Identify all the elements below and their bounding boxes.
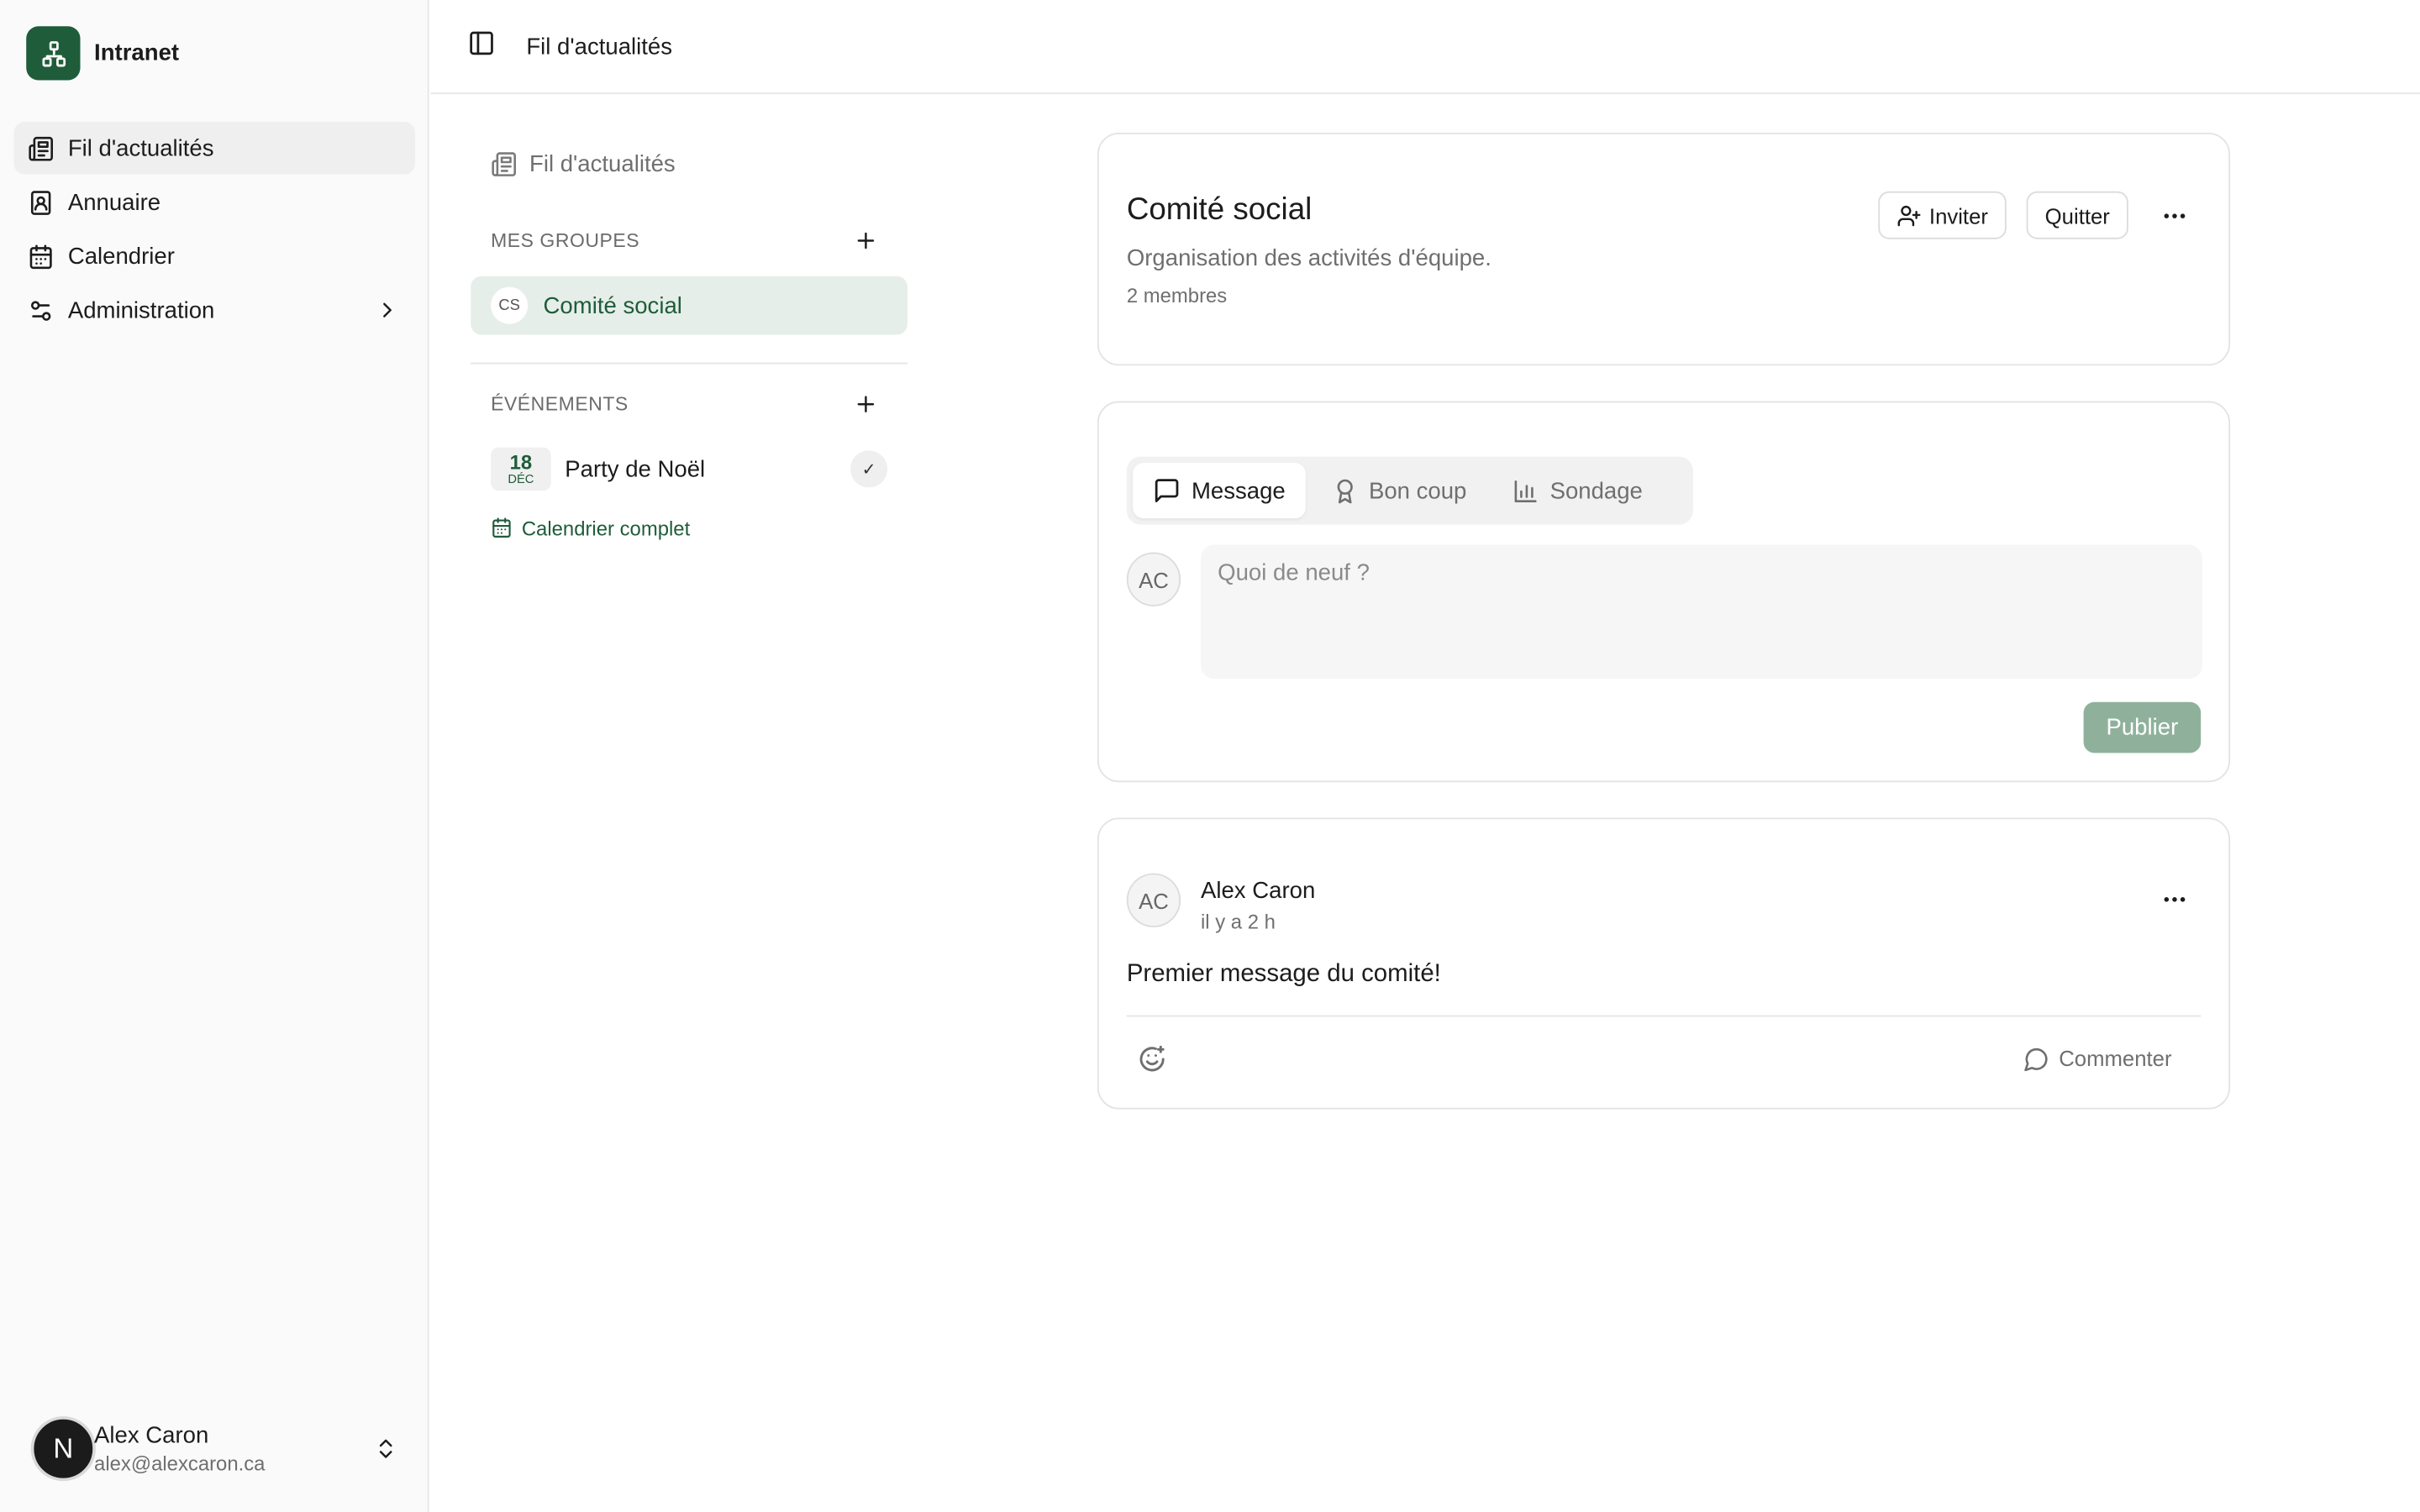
post-more-options-icon[interactable] bbox=[2151, 876, 2197, 922]
post-type-tabs: Message Bon coup Sondage bbox=[1126, 456, 1693, 525]
comment-label: Commenter bbox=[2059, 1046, 2172, 1071]
network-logo-icon bbox=[26, 26, 81, 81]
group-header-card: Comité social Organisation des activités… bbox=[1097, 132, 2231, 366]
contact-book-icon bbox=[30, 190, 51, 214]
sidebar: Intranet Fil d'actualités Annuaire Calen… bbox=[0, 0, 429, 1512]
post-card: AC Alex Caron il y a 2 h Premier message… bbox=[1097, 817, 2231, 1110]
event-item[interactable]: 18 DÉC Party de Noël ✓ bbox=[471, 435, 908, 503]
newspaper-icon bbox=[492, 151, 517, 176]
award-icon bbox=[1337, 478, 1353, 503]
add-group-plus-icon[interactable] bbox=[854, 228, 878, 253]
group-badge: CS bbox=[491, 286, 529, 324]
event-month: DÉC bbox=[508, 472, 534, 486]
post-body: Premier message du comité! bbox=[1126, 961, 1441, 988]
topbar: Fil d'actualités bbox=[430, 0, 2420, 95]
tab-label: Message bbox=[1191, 477, 1286, 504]
user-name: Alex Caron bbox=[94, 1422, 209, 1449]
avatar: N bbox=[30, 1416, 96, 1482]
newspaper-icon bbox=[29, 136, 53, 160]
my-groups-header: MES GROUPES bbox=[471, 216, 908, 265]
calendar-icon bbox=[29, 244, 52, 269]
post-timestamp: il y a 2 h bbox=[1200, 910, 1276, 934]
event-date: 18 DÉC bbox=[491, 447, 551, 491]
quit-label: Quitter bbox=[2044, 202, 2110, 228]
event-rsvp-check[interactable]: ✓ bbox=[850, 450, 888, 488]
tab-message[interactable]: Message bbox=[1133, 463, 1306, 519]
breadcrumb: Fil d'actualités bbox=[526, 33, 673, 60]
sidebar-item-label: Annuaire bbox=[67, 189, 161, 216]
publish-button[interactable]: Publier bbox=[2083, 701, 2202, 753]
sidebar-toggle-icon[interactable] bbox=[468, 29, 496, 64]
tab-label: Bon coup bbox=[1368, 477, 1467, 504]
divider bbox=[471, 362, 908, 365]
group-title: Comité social bbox=[1126, 192, 1313, 228]
avatar: AC bbox=[1126, 873, 1181, 927]
chevron-right-icon bbox=[383, 302, 392, 318]
user-plus-icon bbox=[1897, 204, 1921, 226]
brand[interactable]: Intranet bbox=[26, 26, 180, 81]
quit-button[interactable]: Quitter bbox=[2026, 191, 2128, 239]
sidebar-nav: Fil d'actualités Annuaire Calendrier Adm… bbox=[13, 122, 416, 338]
sidebar-item-label: Fil d'actualités bbox=[67, 134, 214, 161]
divider bbox=[1126, 1015, 2202, 1017]
tab-sondage[interactable]: Sondage bbox=[1493, 463, 1663, 518]
feed-link[interactable]: Fil d'actualités bbox=[471, 133, 908, 194]
events-header: ÉVÉNEMENTS bbox=[471, 380, 908, 429]
post-input[interactable] bbox=[1200, 544, 2203, 680]
calendar-icon bbox=[492, 517, 511, 538]
tab-bon-coup[interactable]: Bon coup bbox=[1312, 463, 1486, 518]
event-day: 18 bbox=[509, 450, 533, 474]
full-calendar-label: Calendrier complet bbox=[521, 516, 691, 539]
comment-icon bbox=[2024, 1047, 2048, 1071]
message-icon bbox=[1155, 479, 1179, 502]
event-name: Party de Noël bbox=[565, 455, 706, 482]
feed-link-label: Fil d'actualités bbox=[529, 150, 676, 177]
add-event-plus-icon[interactable] bbox=[854, 392, 878, 417]
bar-chart-icon bbox=[1515, 480, 1538, 502]
sidebar-item-label: Calendrier bbox=[67, 243, 175, 270]
group-description: Organisation des activités d'équipe. bbox=[1126, 245, 1491, 272]
user-info: Alex Caron alex@alexcaron.ca bbox=[94, 1422, 265, 1474]
app-name: Intranet bbox=[94, 39, 180, 66]
sidebar-item-directory[interactable]: Annuaire bbox=[14, 176, 416, 228]
full-calendar-link[interactable]: Calendrier complet bbox=[471, 503, 908, 553]
invite-button[interactable]: Inviter bbox=[1878, 191, 2007, 239]
sidebar-item-administration[interactable]: Administration bbox=[14, 284, 416, 336]
user-menu[interactable]: N Alex Caron alex@alexcaron.ca bbox=[30, 1416, 408, 1482]
section-title: ÉVÉNEMENTS bbox=[491, 393, 629, 416]
sidebar-item-calendar[interactable]: Calendrier bbox=[14, 230, 416, 282]
group-name: Comité social bbox=[543, 292, 682, 319]
comment-button[interactable]: Commenter bbox=[2023, 1038, 2172, 1079]
avatar: AC bbox=[1126, 552, 1181, 606]
tab-label: Sondage bbox=[1549, 477, 1643, 504]
user-email: alex@alexcaron.ca bbox=[94, 1452, 266, 1475]
invite-label: Inviter bbox=[1928, 202, 1988, 228]
group-members-count: 2 membres bbox=[1126, 283, 1228, 307]
more-options-icon[interactable] bbox=[2151, 193, 2197, 239]
post-author[interactable]: Alex Caron bbox=[1201, 878, 1315, 904]
chevron-up-down-icon bbox=[379, 1439, 392, 1458]
groups-panel: Fil d'actualités MES GROUPES CS Comité s… bbox=[471, 133, 908, 553]
group-item-comite-social[interactable]: CS Comité social bbox=[471, 276, 908, 335]
sidebar-item-label: Administration bbox=[67, 297, 215, 323]
add-reaction-icon[interactable] bbox=[1133, 1040, 1170, 1077]
settings-sliders-icon bbox=[30, 300, 51, 320]
composer-card: Message Bon coup Sondage AC Publier bbox=[1097, 401, 2231, 783]
section-title: MES GROUPES bbox=[491, 229, 640, 252]
sidebar-item-feed[interactable]: Fil d'actualités bbox=[13, 122, 416, 175]
